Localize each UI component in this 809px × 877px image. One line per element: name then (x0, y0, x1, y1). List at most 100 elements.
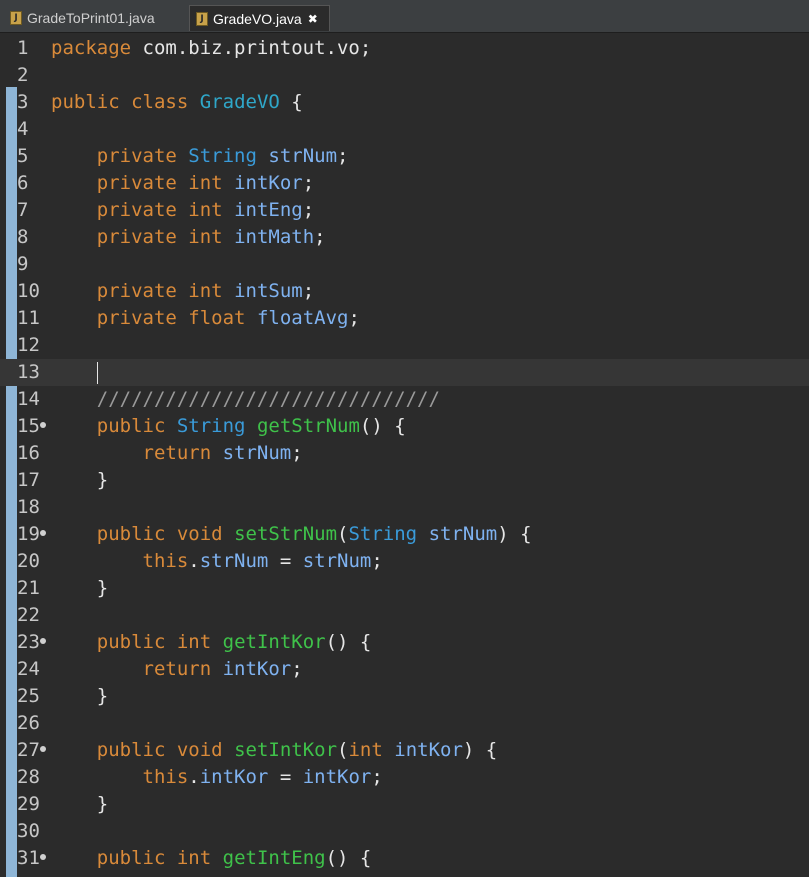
code-line[interactable]: 28 this.intKor = intKor; (0, 764, 809, 791)
code-line[interactable]: 17 } (0, 467, 809, 494)
code-line[interactable]: 11 private float floatAvg; (0, 305, 809, 332)
line-number: 24 (17, 658, 40, 680)
code-line[interactable]: 21 } (0, 575, 809, 602)
code-keyword: int (188, 280, 223, 302)
code-line[interactable]: 18 (0, 494, 809, 521)
line-number: 16 (17, 442, 40, 464)
code-text: ; (337, 145, 349, 167)
code-line[interactable]: 31 public int getIntEng() { (0, 845, 809, 872)
code-line[interactable]: 16 return strNum; (0, 440, 809, 467)
code-line[interactable]: 15 public String getStrNum() { (0, 413, 809, 440)
code-identifier: strNum (268, 145, 338, 167)
fold-toggle-icon[interactable] (40, 854, 48, 861)
code-keyword: private (96, 280, 177, 302)
code-keyword: this (142, 550, 189, 572)
code-text: { (279, 91, 303, 113)
code-keyword: public (96, 415, 166, 437)
code-line[interactable]: 22 (0, 602, 809, 629)
code-line[interactable]: 23 public int getIntKor() { (0, 629, 809, 656)
code-content: ////////////////////////////// (51, 386, 440, 413)
code-keyword: private (96, 172, 177, 194)
code-line[interactable]: 30 (0, 818, 809, 845)
fold-toggle-icon[interactable] (40, 638, 48, 645)
code-keyword: public (96, 631, 166, 653)
code-line[interactable]: 3 public class GradeVO { (0, 89, 809, 116)
code-content: package com.biz.printout.vo; (51, 35, 371, 62)
close-icon[interactable]: ✖ (308, 12, 318, 26)
tab-gradetoprint01[interactable]: J GradeToPrint01.java (4, 5, 184, 31)
code-method-name: setIntKor (234, 739, 338, 761)
line-number: 12 (17, 334, 40, 356)
code-line[interactable]: 4 (0, 116, 809, 143)
code-content (51, 359, 98, 386)
code-line[interactable]: 9 (0, 251, 809, 278)
fold-toggle-icon[interactable] (40, 746, 48, 753)
code-line[interactable]: 8 private int intMath; (0, 224, 809, 251)
tab-gradevo[interactable]: J GradeVO.java ✖ (189, 5, 330, 31)
code-line[interactable]: 20 this.strNum = strNum; (0, 548, 809, 575)
fold-toggle-icon[interactable] (40, 530, 48, 537)
code-line[interactable]: 6 private int intKor; (0, 170, 809, 197)
code-content: this.intKor = intKor; (51, 764, 383, 791)
line-number: 30 (17, 820, 40, 842)
code-keyword: int (348, 739, 383, 761)
code-keyword: private (96, 199, 177, 221)
code-line[interactable]: 10 private int intSum; (0, 278, 809, 305)
line-number: 7 (17, 199, 29, 221)
code-editor[interactable]: 1 package com.biz.printout.vo; 2 3 public cl… (0, 33, 809, 877)
code-line[interactable]: 14 ////////////////////////////// (0, 386, 809, 413)
code-line[interactable]: 7 private int intEng; (0, 197, 809, 224)
code-keyword: int (176, 631, 212, 653)
code-line[interactable]: 29 } (0, 791, 809, 818)
code-identifier: intKor (394, 739, 463, 761)
code-content: private int intKor; (51, 170, 314, 197)
line-number: 5 (17, 145, 29, 167)
line-number: 13 (17, 361, 40, 383)
java-file-icon: J (196, 11, 208, 26)
line-number: 29 (17, 793, 40, 815)
code-line[interactable]: 12 (0, 332, 809, 359)
code-line[interactable]: 13 (0, 359, 809, 386)
code-keyword: float (188, 307, 246, 329)
code-keyword: public (96, 523, 166, 545)
code-line[interactable]: 5 private String strNum; (0, 143, 809, 170)
code-line[interactable]: 25 } (0, 683, 809, 710)
code-line[interactable]: 19 public void setStrNum(String strNum) … (0, 521, 809, 548)
code-text: () { (359, 415, 406, 437)
line-number: 17 (17, 469, 40, 491)
code-line[interactable]: 2 (0, 62, 809, 89)
code-keyword: void (176, 523, 223, 545)
fold-toggle-icon[interactable] (40, 422, 48, 429)
code-text: ; (291, 658, 303, 680)
code-identifier: intMath (234, 226, 315, 248)
code-keyword: public (51, 91, 120, 113)
code-identifier: strNum (199, 550, 269, 572)
code-line[interactable]: 27 public void setIntKor(int intKor) { (0, 737, 809, 764)
code-text: . (188, 766, 200, 788)
code-keyword: int (188, 172, 223, 194)
code-line[interactable]: 26 (0, 710, 809, 737)
code-line[interactable]: 1 package com.biz.printout.vo; (0, 35, 809, 62)
code-line[interactable]: 24 return intKor; (0, 656, 809, 683)
code-keyword: class (131, 91, 189, 113)
code-keyword: return (142, 442, 212, 464)
code-content: } (51, 575, 108, 602)
